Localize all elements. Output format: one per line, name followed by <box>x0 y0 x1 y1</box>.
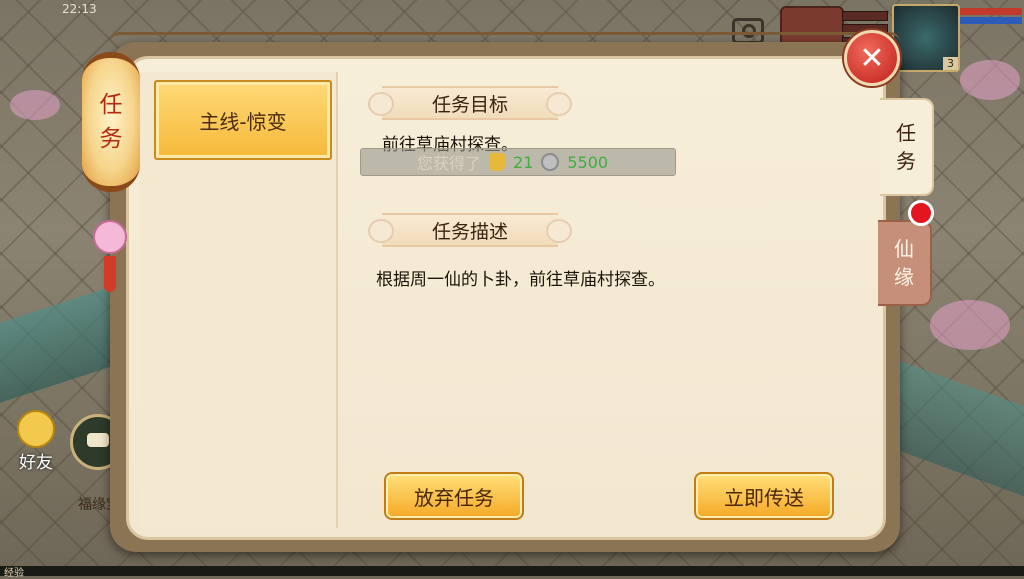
xp-bar: 经验 <box>0 566 1024 579</box>
scene-blossom <box>10 90 60 120</box>
tab-task[interactable]: 任 务 <box>880 98 934 196</box>
objective-header: 任务目标 <box>368 86 572 120</box>
player-avatar[interactable]: 3 <box>892 4 960 72</box>
xp-label: 经验 <box>4 568 24 579</box>
friends-button[interactable]: 好友 <box>8 410 64 473</box>
description-header: 任务描述 <box>368 213 572 247</box>
reward-silver-value: 5500 <box>567 152 609 172</box>
lantern-char: 务 <box>99 126 123 152</box>
lantern-char: 任 <box>99 92 123 118</box>
reward-exp-value: 21 <box>513 152 534 172</box>
tab-task-char: 任 <box>896 121 916 145</box>
tab-task-char: 务 <box>896 149 916 173</box>
tab-xianyuan-char: 仙 <box>894 237 914 261</box>
status-time: 22:13 <box>62 2 97 16</box>
lantern-title: 任 务 <box>82 52 140 192</box>
description-text: 根据周一仙的卜卦，前往草庙村探查。 <box>376 270 665 290</box>
teleport-button[interactable]: 立即传送 <box>694 472 834 520</box>
knot-ornament <box>93 220 127 254</box>
quest-list-item[interactable]: 主线-惊变 <box>154 80 332 160</box>
tassel-fringe <box>104 256 116 292</box>
reward-banner: 您获得了 21 5500 <box>360 148 676 176</box>
player-level: 3 <box>943 57 958 70</box>
player-hp-mp-bars <box>960 6 1022 26</box>
dialog-top-ornament <box>110 32 900 51</box>
abandon-quest-button[interactable]: 放弃任务 <box>384 472 524 520</box>
exp-icon <box>489 153 506 171</box>
tab-xianyuan-char: 缘 <box>894 265 914 289</box>
scene-pool <box>880 353 1024 497</box>
tab-xianyuan[interactable]: 仙 缘 <box>878 220 932 306</box>
friends-icon <box>17 410 55 448</box>
friends-label: 好友 <box>19 453 53 473</box>
lantern-tassel <box>90 200 130 300</box>
silver-coin-icon <box>541 153 560 171</box>
close-icon[interactable]: ✕ <box>844 30 900 86</box>
scene-blossom <box>930 300 1010 350</box>
scene-blossom <box>960 60 1020 100</box>
notification-dot <box>908 200 934 226</box>
reward-prefix: 您获得了 <box>417 154 482 173</box>
